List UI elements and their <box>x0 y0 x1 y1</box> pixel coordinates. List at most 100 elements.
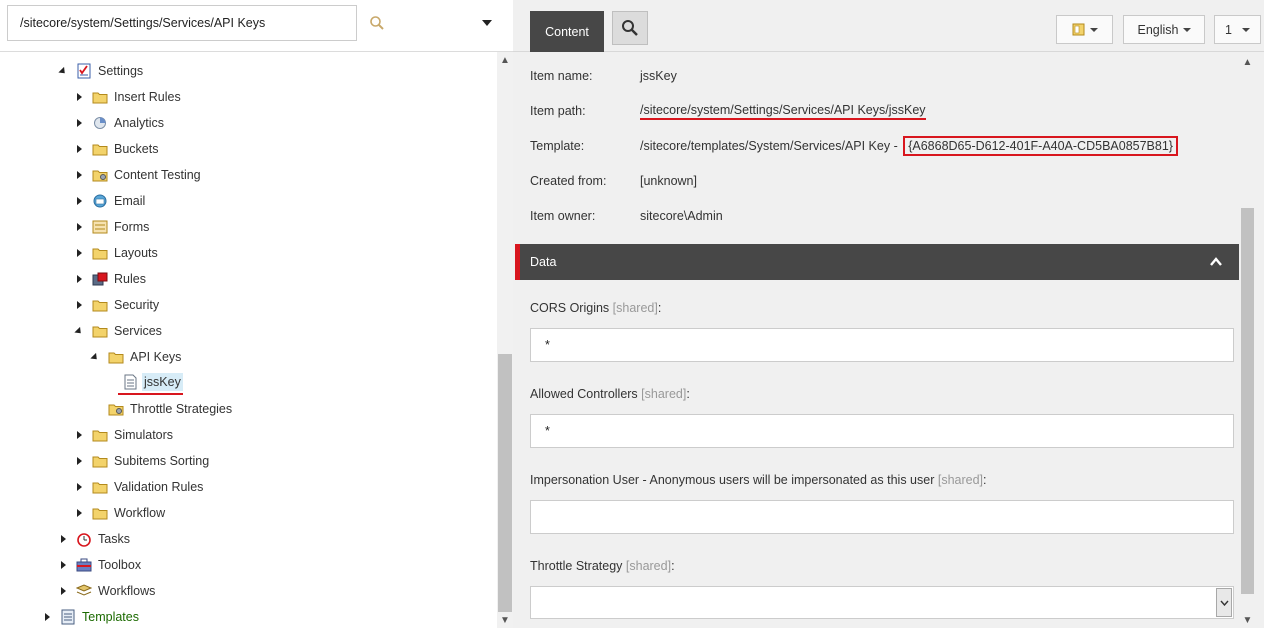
folder-gear-icon <box>108 401 124 417</box>
editor-scrollbar[interactable]: ▲ ▼ <box>1239 52 1256 628</box>
scroll-up-icon[interactable]: ▲ <box>1242 58 1253 68</box>
alarm-clock-icon <box>76 531 92 547</box>
tree-item-toolbox[interactable]: Toolbox <box>56 553 143 577</box>
folder-gear-icon <box>92 167 108 183</box>
data-section-header[interactable]: Data <box>515 244 1239 280</box>
shared-tag: [shared] <box>937 473 984 487</box>
tree-item-insert-rules[interactable]: Insert Rules <box>72 85 183 109</box>
template-id-value[interactable]: {A6868D65-D612-401F-A40A-CD5BA0857B81} <box>903 136 1178 156</box>
search-tab-button[interactable] <box>612 11 648 45</box>
tree-item-workflow[interactable]: Workflow <box>72 501 167 525</box>
chevron-down-icon[interactable] <box>1216 588 1232 617</box>
scrollbar-thumb[interactable] <box>498 354 512 612</box>
tree-item-subitems-sorting[interactable]: Subitems Sorting <box>72 449 211 473</box>
tree-item-label: Validation Rules <box>114 480 204 494</box>
expand-toggle-icon[interactable] <box>72 220 86 234</box>
tree-item-jsskey[interactable]: jssKey <box>118 371 183 395</box>
scroll-up-icon[interactable]: ▲ <box>500 56 510 66</box>
tree-item-layouts[interactable]: Layouts <box>72 241 160 265</box>
expand-toggle-icon[interactable] <box>40 610 54 624</box>
content-tree: Settings Insert Rules Analytics Buckets … <box>0 52 497 628</box>
tree-item-validation-rules[interactable]: Validation Rules <box>72 475 205 499</box>
expand-toggle-icon[interactable] <box>72 168 86 182</box>
tree-item-throttle-strategies[interactable]: Throttle Strategies <box>88 397 234 421</box>
allowed-controllers-input[interactable]: * <box>530 414 1234 448</box>
info-item-name: Item name: jssKey <box>530 66 677 86</box>
tree-item-label: Content Testing <box>114 168 201 182</box>
shared-tag: [shared] <box>612 301 658 315</box>
expand-toggle-icon[interactable] <box>72 428 86 442</box>
search-icon[interactable] <box>364 10 390 36</box>
tree-item-templates[interactable]: Templates <box>40 605 141 628</box>
field-colon: : <box>983 473 987 487</box>
scroll-down-icon[interactable]: ▼ <box>1242 616 1253 626</box>
info-label: Created from: <box>530 174 607 188</box>
version-label: 1 <box>1225 22 1232 37</box>
tree-item-label: Insert Rules <box>114 90 181 104</box>
tree-item-security[interactable]: Security <box>72 293 161 317</box>
expand-toggle-icon[interactable] <box>72 142 86 156</box>
expand-toggle-icon[interactable] <box>72 272 86 286</box>
folder-icon <box>92 89 108 105</box>
collapse-toggle-icon[interactable] <box>72 324 86 338</box>
scrollbar-thumb[interactable] <box>1241 208 1254 594</box>
tree-search-bar <box>0 0 513 52</box>
field-colon: : <box>657 301 662 315</box>
workflows-icon <box>76 583 92 599</box>
tree-item-label: Simulators <box>114 428 174 442</box>
impersonation-user-input[interactable] <box>530 500 1234 534</box>
tree-item-label: Tasks <box>98 532 130 546</box>
expand-toggle-icon[interactable] <box>72 194 86 208</box>
forms-icon <box>92 219 108 235</box>
collapse-toggle-icon[interactable] <box>56 64 70 78</box>
item-icon <box>1072 23 1084 36</box>
expand-toggle-icon[interactable] <box>72 298 86 312</box>
template-path-link[interactable]: /sitecore/templates/System/Services/API … <box>640 139 901 153</box>
expand-toggle-icon[interactable] <box>72 116 86 130</box>
tab-content[interactable]: Content <box>530 11 604 52</box>
throttle-strategy-select[interactable] <box>530 586 1234 619</box>
chevron-down-icon[interactable] <box>476 12 498 34</box>
tree-item-rules[interactable]: Rules <box>72 267 148 291</box>
tree-item-api-keys[interactable]: API Keys <box>88 345 183 369</box>
version-selector[interactable]: 1 <box>1214 15 1261 44</box>
info-item-path: Item path: /sitecore/system/Settings/Ser… <box>530 101 926 121</box>
chevron-down-icon <box>1182 27 1191 32</box>
expand-toggle-icon[interactable] <box>72 454 86 468</box>
item-version-menu-button[interactable] <box>1056 15 1113 44</box>
tree-item-buckets[interactable]: Buckets <box>72 137 160 161</box>
expand-toggle-icon[interactable] <box>72 506 86 520</box>
tree-item-forms[interactable]: Forms <box>72 215 151 239</box>
cors-origins-input[interactable]: * <box>530 328 1234 362</box>
chevron-up-icon[interactable] <box>1210 256 1222 268</box>
tree-item-analytics[interactable]: Analytics <box>72 111 166 135</box>
tree-item-services[interactable]: Services <box>72 319 164 343</box>
tree-item-tasks[interactable]: Tasks <box>56 527 132 551</box>
expand-toggle-icon[interactable] <box>72 90 86 104</box>
tree-item-content-testing[interactable]: Content Testing <box>72 163 203 187</box>
collapse-toggle-icon[interactable] <box>88 350 102 364</box>
expand-toggle-icon[interactable] <box>72 480 86 494</box>
tree-item-settings[interactable]: Settings <box>56 59 145 83</box>
item-name-value: jssKey <box>640 69 677 83</box>
field-name: Throttle Strategy <box>530 559 623 573</box>
tree-item-label: Security <box>114 298 160 312</box>
path-search-input[interactable] <box>7 5 357 41</box>
field-colon: : <box>686 387 690 401</box>
editor-toolbar: Content English 1 <box>513 0 1264 52</box>
item-path-value[interactable]: /sitecore/system/Settings/Services/API K… <box>640 103 926 120</box>
scroll-down-icon[interactable]: ▼ <box>500 616 510 626</box>
expand-toggle-icon[interactable] <box>56 584 70 598</box>
tree-scrollbar[interactable]: ▲ ▼ <box>497 52 513 628</box>
info-label: Item name: <box>530 69 593 83</box>
expand-toggle-icon[interactable] <box>56 558 70 572</box>
language-selector[interactable]: English <box>1123 15 1205 44</box>
expand-toggle-icon[interactable] <box>56 532 70 546</box>
created-from-value: [unknown] <box>640 174 697 188</box>
tree-item-email[interactable]: Email <box>72 189 147 213</box>
field-name: CORS Origins <box>530 301 610 315</box>
tree-item-simulators[interactable]: Simulators <box>72 423 175 447</box>
tree-item-workflows[interactable]: Workflows <box>56 579 157 603</box>
tree-item-label: Throttle Strategies <box>130 402 233 416</box>
expand-toggle-icon[interactable] <box>72 246 86 260</box>
